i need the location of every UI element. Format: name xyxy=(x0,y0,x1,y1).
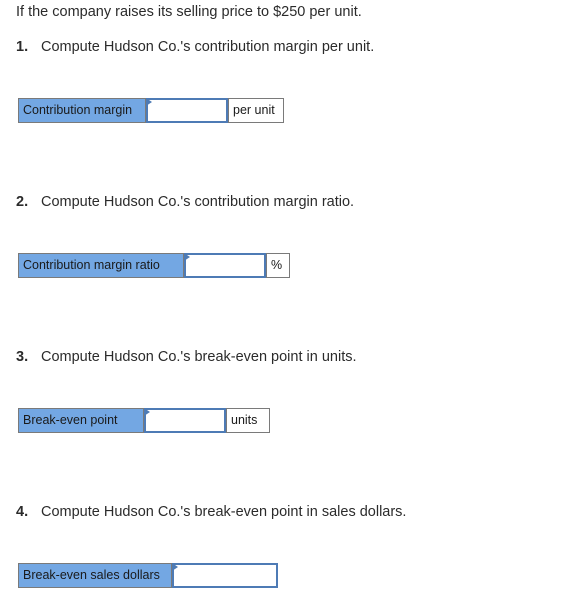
contribution-margin-ratio-input-wrapper xyxy=(184,253,266,278)
break-even-point-input-wrapper xyxy=(144,408,226,433)
question-2: 2. Compute Hudson Co.'s contribution marg… xyxy=(16,192,354,212)
unit-label: % xyxy=(266,253,290,278)
contribution-margin-ratio-input[interactable] xyxy=(184,253,266,278)
input-flag-icon xyxy=(146,98,152,106)
question-text: Compute Hudson Co.'s break-even point in… xyxy=(41,349,357,365)
answer-row-contribution-margin-ratio: Contribution margin ratio % xyxy=(18,253,290,278)
field-label: Break-even sales dollars xyxy=(18,563,172,588)
field-label: Contribution margin xyxy=(18,98,146,123)
question-1: 1. Compute Hudson Co.'s contribution marg… xyxy=(16,37,374,57)
question-number: 1. xyxy=(16,39,29,55)
problem-intro: If the company raises its selling price … xyxy=(16,4,362,20)
question-text: Compute Hudson Co.'s contribution margin… xyxy=(41,194,355,210)
field-label: Contribution margin ratio xyxy=(18,253,184,278)
question-number: 4. xyxy=(16,504,29,520)
question-text: Compute Hudson Co.'s contribution margin… xyxy=(41,39,375,55)
unit-label: per unit xyxy=(228,98,284,123)
break-even-sales-input-wrapper xyxy=(172,563,278,588)
answer-row-contribution-margin: Contribution margin per unit xyxy=(18,98,284,123)
question-4: 4. Compute Hudson Co.'s break-even point … xyxy=(16,502,406,522)
unit-label: units xyxy=(226,408,270,433)
contribution-margin-input-wrapper xyxy=(146,98,228,123)
question-number: 2. xyxy=(16,194,29,210)
answer-row-break-even-point: Break-even point units xyxy=(18,408,270,433)
break-even-sales-dollars-input[interactable] xyxy=(172,563,278,588)
break-even-point-input[interactable] xyxy=(144,408,226,433)
question-text: Compute Hudson Co.'s break-even point in… xyxy=(41,504,407,520)
contribution-margin-input[interactable] xyxy=(146,98,228,123)
question-3: 3. Compute Hudson Co.'s break-even point … xyxy=(16,347,357,367)
answer-row-break-even-sales-dollars: Break-even sales dollars xyxy=(18,563,278,588)
question-number: 3. xyxy=(16,349,29,365)
input-flag-icon xyxy=(144,408,150,416)
input-flag-icon xyxy=(172,563,178,571)
field-label: Break-even point xyxy=(18,408,144,433)
input-flag-icon xyxy=(184,253,190,261)
